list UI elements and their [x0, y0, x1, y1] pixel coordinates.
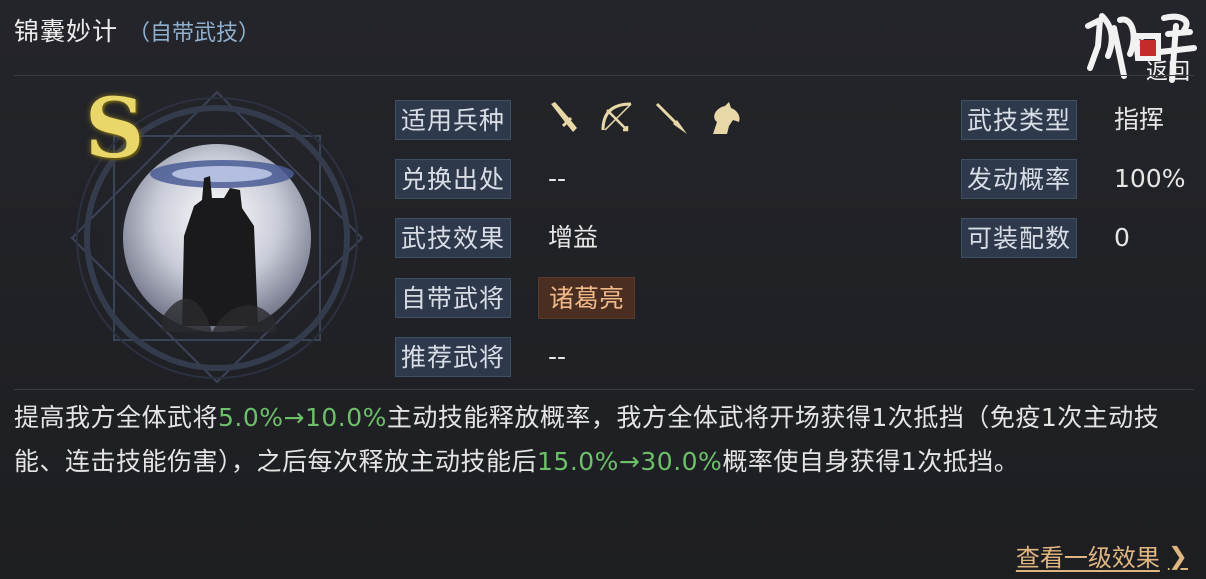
horse-icon: [707, 100, 743, 136]
equip-count-value: 0: [1114, 223, 1130, 252]
trigger-chance-label: 发动概率: [961, 159, 1078, 199]
bow-icon: [599, 100, 635, 136]
recommend-general-value: --: [548, 342, 567, 371]
description-highlight: 5.0%→10.0%: [218, 403, 387, 432]
equip-count-label: 可装配数: [961, 218, 1078, 258]
own-general-tag[interactable]: 诸葛亮: [538, 277, 636, 319]
troop-type-label: 适用兵种: [395, 100, 512, 140]
skill-effect-label: 武技效果: [395, 218, 512, 258]
exchange-source-label: 兑换出处: [395, 159, 512, 199]
divider: [14, 75, 1194, 76]
skill-effect-value: 增益: [548, 223, 599, 252]
spear-icon: [653, 100, 689, 136]
chevron-right-icon: ❯: [1167, 541, 1188, 570]
description-highlight: 15.0%→30.0%: [537, 447, 723, 476]
skill-origin: （自带武技）: [128, 21, 261, 46]
view-link-label: 查看一级效果: [1015, 544, 1160, 572]
description-text: 概率使自身获得1次抵挡。: [722, 447, 1020, 476]
grade-badge: S: [85, 81, 145, 177]
view-level-one-effect-link[interactable]: 查看一级效果 ❯: [1016, 538, 1188, 573]
skill-title: 锦囊妙计: [14, 17, 119, 46]
own-general-label: 自带武将: [395, 278, 512, 318]
exchange-source-value: --: [548, 164, 567, 193]
divider: [14, 389, 1194, 390]
skill-type-label: 武技类型: [961, 100, 1078, 140]
troop-icons: [545, 100, 743, 136]
recommend-general-label: 推荐武将: [395, 337, 512, 377]
skill-detail-panel: 锦囊妙计 （自带武技） 返回 S 适用兵种 兑换出处 -- 武技效果 增益 自带…: [0, 0, 1206, 579]
skill-type-value: 指挥: [1114, 105, 1165, 134]
game-logo-return-button[interactable]: 返回: [1080, 6, 1198, 86]
trigger-chance-value: 100%: [1114, 164, 1186, 193]
sword-icon: [545, 100, 581, 136]
return-label: 返回: [1145, 60, 1190, 85]
description-text: 提高我方全体武将: [14, 403, 219, 432]
skill-header: 锦囊妙计 （自带武技）: [14, 12, 260, 52]
skill-description: 提高我方全体武将5.0%→10.0%主动技能释放概率，我方全体武将开场获得1次抵…: [14, 396, 1194, 484]
